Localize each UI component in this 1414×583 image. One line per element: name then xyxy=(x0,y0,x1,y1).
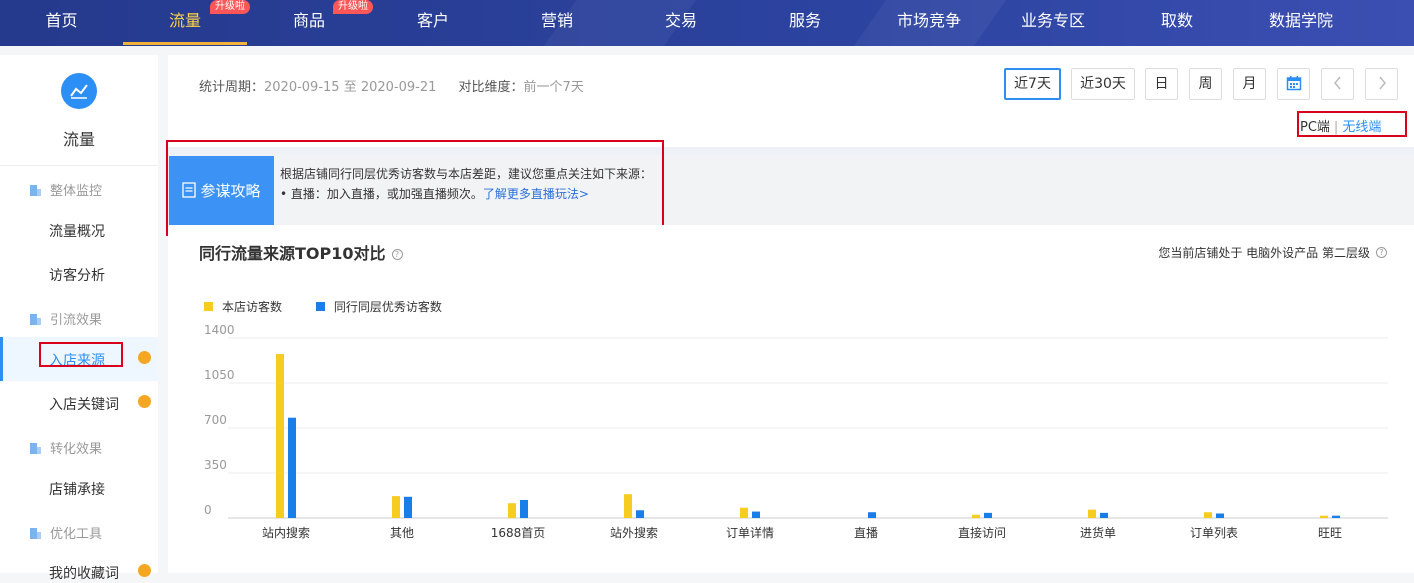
building-icon xyxy=(30,528,41,539)
notification-dot xyxy=(138,564,151,577)
building-icon xyxy=(30,314,41,325)
x-tick-label: 直接访问 xyxy=(958,525,1006,540)
sidebar-item-traffic-overview[interactable]: 流量概况 xyxy=(49,221,105,241)
sidebar-item-visitor-analysis[interactable]: 访客分析 xyxy=(49,265,105,285)
sidebar-group-tools: 优化工具 xyxy=(30,523,102,542)
nav-item-academy[interactable]: 数据学院 xyxy=(1239,0,1363,46)
calendar-icon xyxy=(1286,76,1302,92)
range-7days-button[interactable]: 近7天 xyxy=(1004,68,1061,100)
chart-panel: 同行流量来源TOP10对比? 您当前店铺处于 电脑外设产品 第二层级? 本店访客… xyxy=(168,225,1414,573)
chevron-left-icon xyxy=(1333,76,1343,92)
x-tick-label: 进货单 xyxy=(1080,525,1116,540)
bar[interactable] xyxy=(740,507,748,518)
compare-value: 前一个7天 xyxy=(523,80,584,95)
sidebar-group-label: 优化工具 xyxy=(50,527,103,542)
building-icon xyxy=(30,185,41,196)
highlight-box xyxy=(166,140,664,236)
sidebar-group-label: 引流效果 xyxy=(50,313,103,328)
notification-dot xyxy=(138,395,151,408)
bar[interactable] xyxy=(868,512,876,518)
bar[interactable] xyxy=(1204,512,1212,518)
range-month-button[interactable]: 月 xyxy=(1233,68,1266,100)
highlight-box xyxy=(1297,111,1407,137)
range-day-button[interactable]: 日 xyxy=(1145,68,1178,100)
sidebar-item-entry-keywords[interactable]: 入店关键词 xyxy=(49,394,119,414)
bar-chart: 0 350 700 1050 1400 站内搜索 其他 1688首页 站外搜索 订单详情 直播 直接访… xyxy=(204,323,1388,540)
y-tick-label: 700 xyxy=(204,413,227,427)
bar[interactable] xyxy=(1088,509,1096,518)
sidebar-divider xyxy=(0,165,158,166)
upgrade-badge: 升级啦 xyxy=(333,0,373,14)
bar[interactable] xyxy=(1332,515,1340,518)
x-tick-label: 其他 xyxy=(390,526,414,540)
x-tick-label: 订单详情 xyxy=(726,525,774,540)
nav-active-underline xyxy=(123,42,247,45)
bar[interactable] xyxy=(972,514,980,518)
bar[interactable] xyxy=(624,494,632,518)
nav-item-trade[interactable]: 交易 xyxy=(619,0,743,46)
nav-item-marketing[interactable]: 营销 xyxy=(495,0,619,46)
period-label: 统计周期： xyxy=(199,80,265,95)
compare-label: 对比维度： xyxy=(458,80,524,95)
sidebar-group-label: 整体监控 xyxy=(50,184,103,199)
range-30days-button[interactable]: 近30天 xyxy=(1071,68,1135,100)
bar[interactable] xyxy=(392,496,400,518)
period-value: 2020-09-15 至 2020-09-21 xyxy=(264,80,437,95)
x-tick-label: 订单列表 xyxy=(1190,526,1238,540)
nav-item-service[interactable]: 服务 xyxy=(743,0,867,46)
range-week-button[interactable]: 周 xyxy=(1189,68,1222,100)
y-tick-label: 0 xyxy=(204,503,212,517)
nav-item-home[interactable]: 首页 xyxy=(0,0,123,46)
bar[interactable] xyxy=(1320,515,1328,518)
bar[interactable] xyxy=(288,417,296,518)
prev-period-button[interactable] xyxy=(1321,68,1354,100)
sidebar-group-label: 转化效果 xyxy=(50,442,103,457)
x-tick-label: 直播 xyxy=(854,526,878,540)
bar[interactable] xyxy=(520,500,528,518)
next-period-button[interactable] xyxy=(1365,68,1398,100)
nav-item-data-fetch[interactable]: 取数 xyxy=(1115,0,1239,46)
x-tick-label: 站内搜索 xyxy=(262,525,310,540)
bar[interactable] xyxy=(984,512,992,518)
bar[interactable] xyxy=(508,503,516,518)
upgrade-badge: 升级啦 xyxy=(210,0,250,14)
notification-dot xyxy=(138,351,151,364)
traffic-chart-icon xyxy=(61,73,97,109)
sidebar-group-acquisition: 引流效果 xyxy=(30,309,102,328)
x-tick-label: 1688首页 xyxy=(491,526,546,540)
bar[interactable] xyxy=(1216,513,1224,519)
chevron-right-icon xyxy=(1377,76,1387,92)
bar[interactable] xyxy=(276,354,284,518)
highlight-box xyxy=(39,342,123,367)
top-nav: 首页 流量 商品 客户 营销 交易 服务 市场竞争 业务专区 取数 数据学院 升… xyxy=(0,0,1414,46)
sidebar: 流量 整体监控 流量概况 访客分析 引流效果 入店来源 入店关键词 转化效果 店… xyxy=(0,55,158,582)
building-icon xyxy=(30,443,41,454)
y-tick-label: 1400 xyxy=(204,323,235,337)
y-tick-label: 1050 xyxy=(204,368,235,382)
bar[interactable] xyxy=(752,511,760,518)
bar[interactable] xyxy=(636,510,644,518)
period-info: 统计周期：2020-09-15 至 2020-09-21 对比维度：前一个7天 xyxy=(199,76,584,95)
sidebar-item-favorite-words[interactable]: 我的收藏词 xyxy=(49,563,119,583)
sidebar-group-overall: 整体监控 xyxy=(30,180,102,199)
y-tick-label: 350 xyxy=(204,458,227,472)
nav-item-customers[interactable]: 客户 xyxy=(371,0,495,46)
x-tick-label: 站外搜索 xyxy=(610,525,658,540)
bar[interactable] xyxy=(1100,512,1108,518)
sidebar-group-conversion: 转化效果 xyxy=(30,438,102,457)
filter-bar: 统计周期：2020-09-15 至 2020-09-21 对比维度：前一个7天 … xyxy=(168,55,1414,147)
sidebar-title: 流量 xyxy=(62,130,95,149)
nav-item-market[interactable]: 市场竞争 xyxy=(867,0,991,46)
nav-item-business[interactable]: 业务专区 xyxy=(991,0,1115,46)
x-tick-label: 旺旺 xyxy=(1318,526,1342,540)
bar[interactable] xyxy=(404,496,412,518)
sidebar-item-store-landing[interactable]: 店铺承接 xyxy=(49,479,105,499)
calendar-button[interactable] xyxy=(1277,68,1310,100)
